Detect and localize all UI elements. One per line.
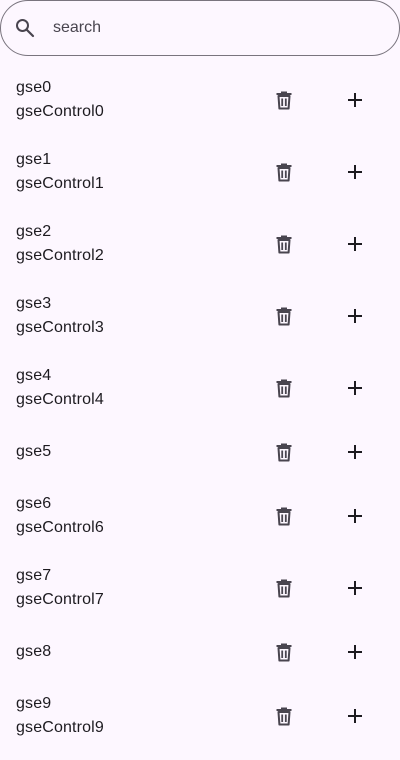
list-item[interactable]: gse4 gseControl4 [0, 352, 400, 424]
list-item[interactable]: gse9 gseControl9 [0, 680, 400, 752]
trash-icon [272, 376, 296, 400]
item-text: gse8 [16, 640, 51, 664]
list-item[interactable]: gse6 gseControl6 [0, 480, 400, 552]
plus-icon [343, 304, 367, 328]
delete-button[interactable] [264, 80, 304, 120]
add-button[interactable] [335, 568, 375, 608]
item-text: gse0 gseControl0 [16, 76, 104, 124]
list-item[interactable]: gse8 [0, 624, 400, 680]
list-item[interactable]: gse7 gseControl7 [0, 552, 400, 624]
add-button[interactable] [335, 496, 375, 536]
add-button[interactable] [335, 152, 375, 192]
add-button[interactable] [335, 296, 375, 336]
item-title: gse7 [16, 567, 52, 584]
app: gse0 gseControl0 gse1 [0, 0, 400, 760]
item-text: gse9 gseControl9 [16, 692, 104, 740]
add-button[interactable] [335, 632, 375, 672]
delete-button[interactable] [264, 632, 304, 672]
item-text: gse1 gseControl1 [16, 148, 104, 196]
delete-button[interactable] [264, 296, 304, 336]
plus-icon [343, 504, 367, 528]
item-subtitle: gseControl4 [16, 391, 104, 408]
item-text: gse7 gseControl7 [16, 564, 104, 612]
item-title: gse9 [16, 695, 52, 712]
search-input[interactable] [53, 19, 373, 37]
item-title: gse2 [16, 223, 52, 240]
item-title: gse6 [16, 495, 52, 512]
trash-icon [272, 160, 296, 184]
add-button[interactable] [335, 224, 375, 264]
item-subtitle: gseControl7 [16, 591, 104, 608]
list-item[interactable]: gse5 [0, 424, 400, 480]
trash-icon [272, 504, 296, 528]
trash-icon [272, 304, 296, 328]
plus-icon [343, 576, 367, 600]
plus-icon [343, 640, 367, 664]
trash-icon [272, 576, 296, 600]
delete-button[interactable] [264, 568, 304, 608]
item-subtitle: gseControl3 [16, 319, 104, 336]
list-item[interactable]: gse1 gseControl1 [0, 136, 400, 208]
plus-icon [343, 88, 367, 112]
item-title: gse8 [16, 643, 52, 660]
plus-icon [343, 704, 367, 728]
trash-icon [272, 704, 296, 728]
plus-icon [343, 376, 367, 400]
plus-icon [343, 440, 367, 464]
plus-icon [343, 160, 367, 184]
item-subtitle: gseControl9 [16, 719, 104, 736]
search-icon[interactable] [13, 16, 37, 40]
trash-icon [272, 440, 296, 464]
list-item[interactable]: gse3 gseControl3 [0, 280, 400, 352]
add-button[interactable] [335, 80, 375, 120]
delete-button[interactable] [264, 224, 304, 264]
item-text: gse5 [16, 440, 51, 464]
item-title: gse3 [16, 295, 52, 312]
item-subtitle: gseControl0 [16, 103, 104, 120]
item-title: gse5 [16, 443, 52, 460]
item-title: gse1 [16, 151, 52, 168]
delete-button[interactable] [264, 368, 304, 408]
item-title: gse0 [16, 79, 52, 96]
item-subtitle: gseControl1 [16, 175, 104, 192]
item-text: gse4 gseControl4 [16, 364, 104, 412]
add-button[interactable] [335, 368, 375, 408]
item-text: gse2 gseControl2 [16, 220, 104, 268]
item-text: gse6 gseControl6 [16, 492, 104, 540]
delete-button[interactable] [264, 696, 304, 736]
gse-list: gse0 gseControl0 gse1 gseControl1 gse2 g… [0, 64, 400, 752]
delete-button[interactable] [264, 152, 304, 192]
list-item[interactable]: gse0 gseControl0 [0, 64, 400, 136]
search-field[interactable] [0, 0, 400, 56]
delete-button[interactable] [264, 432, 304, 472]
trash-icon [272, 640, 296, 664]
item-subtitle: gseControl2 [16, 247, 104, 264]
item-subtitle: gseControl6 [16, 519, 104, 536]
add-button[interactable] [335, 432, 375, 472]
trash-icon [272, 232, 296, 256]
trash-icon [272, 88, 296, 112]
item-title: gse4 [16, 367, 52, 384]
plus-icon [343, 232, 367, 256]
add-button[interactable] [335, 696, 375, 736]
list-item[interactable]: gse2 gseControl2 [0, 208, 400, 280]
item-text: gse3 gseControl3 [16, 292, 104, 340]
delete-button[interactable] [264, 496, 304, 536]
